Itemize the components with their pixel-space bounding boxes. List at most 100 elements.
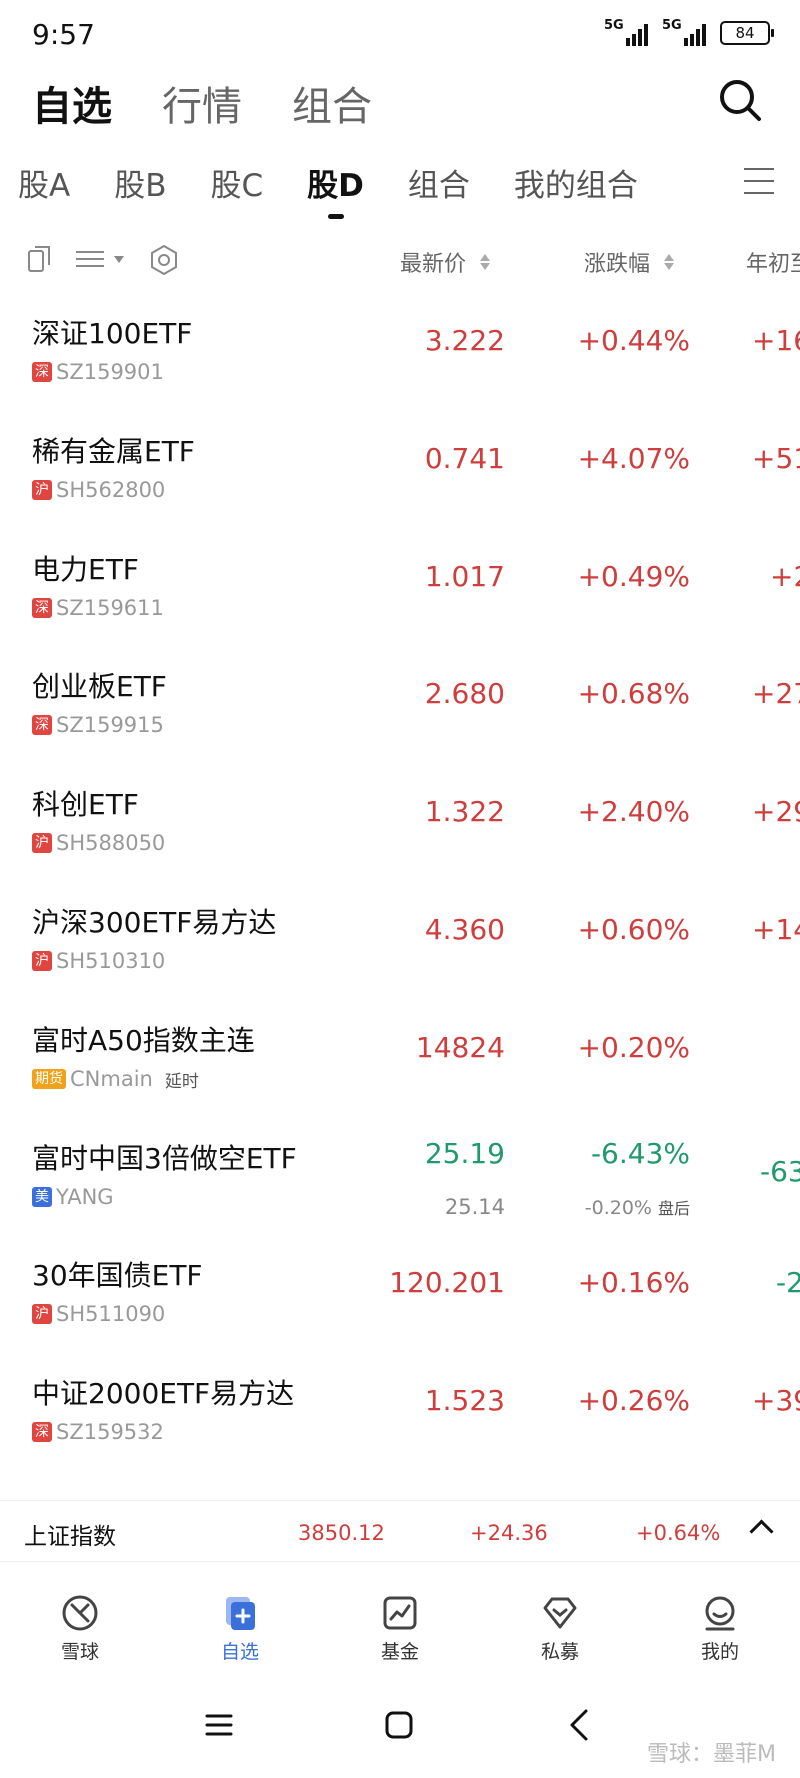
back-icon[interactable]: [564, 1708, 594, 1742]
top-tabs: 自选 行情 组合: [32, 74, 372, 132]
market-badge: 沪: [32, 833, 52, 854]
group-tab-d[interactable]: 股D: [307, 160, 364, 205]
stock-name: 科创ETF: [32, 788, 139, 822]
index-name: 上证指数: [24, 1524, 116, 1550]
stock-price: 1.017: [424, 559, 505, 593]
index-percent: +0.64%: [636, 1521, 721, 1545]
sort-ytd-header[interactable]: 年初至: [746, 246, 800, 278]
sort-icon: [480, 254, 491, 270]
table-row[interactable]: 富时A50指数主连 期货 CNmain 延时 14824 +0.20%: [0, 995, 800, 1113]
nav-profile[interactable]: 我的: [640, 1565, 800, 1665]
stock-ytd: +39: [752, 1384, 800, 1418]
sort-price-header[interactable]: 最新价: [400, 246, 491, 278]
table-row[interactable]: 创业板ETF 深SZ159915 2.680 +0.68% +27: [0, 641, 800, 759]
stock-code: SH562800: [56, 477, 166, 502]
group-tab-a[interactable]: 股A: [18, 160, 70, 205]
stock-name: 富时中国3倍做空ETF: [32, 1141, 297, 1175]
stock-code: CNmain: [70, 1067, 153, 1092]
nav-watchlist[interactable]: 自选: [160, 1565, 320, 1665]
market-badge: 沪: [32, 950, 52, 971]
stock-change: +4.07%: [577, 441, 690, 475]
table-row[interactable]: 深证100ETF 深SZ159901 3.222 +0.44% +16: [0, 288, 800, 406]
stock-price: 14824: [415, 1030, 505, 1064]
table-row[interactable]: 沪深300ETF易方达 沪SH510310 4.360 +0.60% +14: [0, 877, 800, 995]
stock-code: SH510310: [56, 948, 166, 973]
stock-ytd: +27: [752, 677, 800, 711]
tab-watchlist[interactable]: 自选: [32, 74, 112, 132]
table-row[interactable]: 中证2000ETF易方达 深SZ159532 1.523 +0.26% +39: [0, 1348, 800, 1466]
market-badge: 期货: [32, 1069, 66, 1090]
menu-icon[interactable]: [744, 168, 774, 194]
stock-name: 富时A50指数主连: [32, 1023, 255, 1057]
index-change: +24.36: [470, 1521, 548, 1545]
stock-code: SZ159532: [56, 1420, 164, 1445]
home-icon[interactable]: [384, 1710, 414, 1740]
stock-change: +0.26%: [577, 1384, 690, 1418]
group-tabs: 股A 股B 股C 股D 组合 我的组合: [18, 160, 638, 205]
recent-apps-icon[interactable]: [204, 1710, 234, 1740]
stock-name: 30年国债ETF: [32, 1259, 203, 1293]
stock-name: 中证2000ETF易方达: [32, 1377, 295, 1411]
stock-code: YANG: [56, 1184, 114, 1209]
group-tab-my-portfolio[interactable]: 我的组合: [514, 160, 638, 205]
nav-xueqiu[interactable]: 雪球: [0, 1565, 160, 1665]
stock-change: +0.68%: [577, 677, 690, 711]
stock-code: SZ159901: [56, 360, 164, 384]
stock-ytd: +14: [752, 912, 800, 946]
tab-portfolio[interactable]: 组合: [292, 74, 372, 132]
sort-icon: [664, 254, 675, 270]
after-hours-change: -0.20% 盘后: [584, 1196, 690, 1219]
xueqiu-icon: [62, 1595, 98, 1631]
watermark: 雪球：墨菲M: [647, 1742, 776, 1767]
filter-dropdown-icon[interactable]: [74, 244, 128, 274]
stock-change: -6.43%: [590, 1136, 690, 1170]
group-tab-b[interactable]: 股B: [114, 160, 166, 205]
stock-name: 深证100ETF: [32, 317, 193, 350]
group-tab-portfolio[interactable]: 组合: [408, 160, 470, 205]
settings-gear-icon[interactable]: [148, 244, 180, 276]
stock-price: 1.322: [424, 795, 505, 829]
stock-change: +0.16%: [577, 1266, 690, 1300]
sort-change-header[interactable]: 涨跌幅: [584, 246, 675, 278]
chevron-up-icon[interactable]: [749, 1519, 774, 1544]
market-badge: 深: [32, 362, 52, 382]
stock-name: 电力ETF: [32, 552, 139, 586]
table-row[interactable]: 科创ETF 沪SH588050 1.322 +2.40% +29: [0, 759, 800, 877]
stock-price: 3.222: [424, 324, 505, 357]
profile-icon: [705, 1596, 735, 1631]
table-row[interactable]: 电力ETF 深SZ159611 1.017 +0.49% +2: [0, 524, 800, 642]
fund-chart-icon: [383, 1596, 417, 1630]
battery-icon: 84: [720, 21, 774, 45]
stock-name: 沪深300ETF易方达: [32, 905, 277, 939]
search-icon[interactable]: [718, 78, 762, 122]
nav-private-fund[interactable]: 私募: [480, 1565, 640, 1665]
stock-ytd: -63: [760, 1154, 800, 1188]
table-row[interactable]: 30年国债ETF 沪 SH511090 120.201 +0.16% -2: [0, 1230, 800, 1348]
stock-code: SZ159611: [56, 595, 164, 620]
status-icons: 5G 5G 84: [604, 18, 774, 46]
stock-price: 120.201: [389, 1266, 505, 1300]
watchlist-icon: [226, 1597, 255, 1630]
market-badge: 深: [32, 597, 52, 618]
index-ticker[interactable]: 上证指数 3850.12 +24.36 +0.64%: [0, 1500, 800, 1562]
delay-label: 延时: [164, 1071, 199, 1092]
stock-change: +0.44%: [577, 324, 690, 357]
stock-change: +2.40%: [577, 795, 690, 829]
table-row[interactable]: 富时中国3倍做空ETF 美 YANG 25.19 25.14 -6.43% -0.…: [0, 1113, 800, 1231]
group-tab-c[interactable]: 股C: [211, 160, 264, 205]
market-badge: 美: [32, 1186, 52, 1207]
signal-icon-2: 5G: [662, 18, 706, 46]
stock-price: 1.523: [424, 1384, 505, 1418]
bottom-nav: 雪球 自选 基金 私募 我的: [0, 1565, 800, 1665]
edit-list-icon[interactable]: [26, 244, 54, 274]
status-time: 9:57: [32, 18, 95, 51]
stock-price: 0.741: [424, 441, 505, 475]
stock-ytd: +51: [752, 441, 800, 475]
stock-code: SH511090: [56, 1302, 166, 1327]
stock-code: SH588050: [56, 831, 166, 856]
stock-name: 稀有金属ETF: [32, 434, 195, 468]
market-badge: 深: [32, 715, 52, 736]
table-row[interactable]: 稀有金属ETF 沪SH562800 0.741 +4.07% +51: [0, 406, 800, 524]
nav-fund[interactable]: 基金: [320, 1565, 480, 1665]
tab-market[interactable]: 行情: [162, 74, 242, 132]
